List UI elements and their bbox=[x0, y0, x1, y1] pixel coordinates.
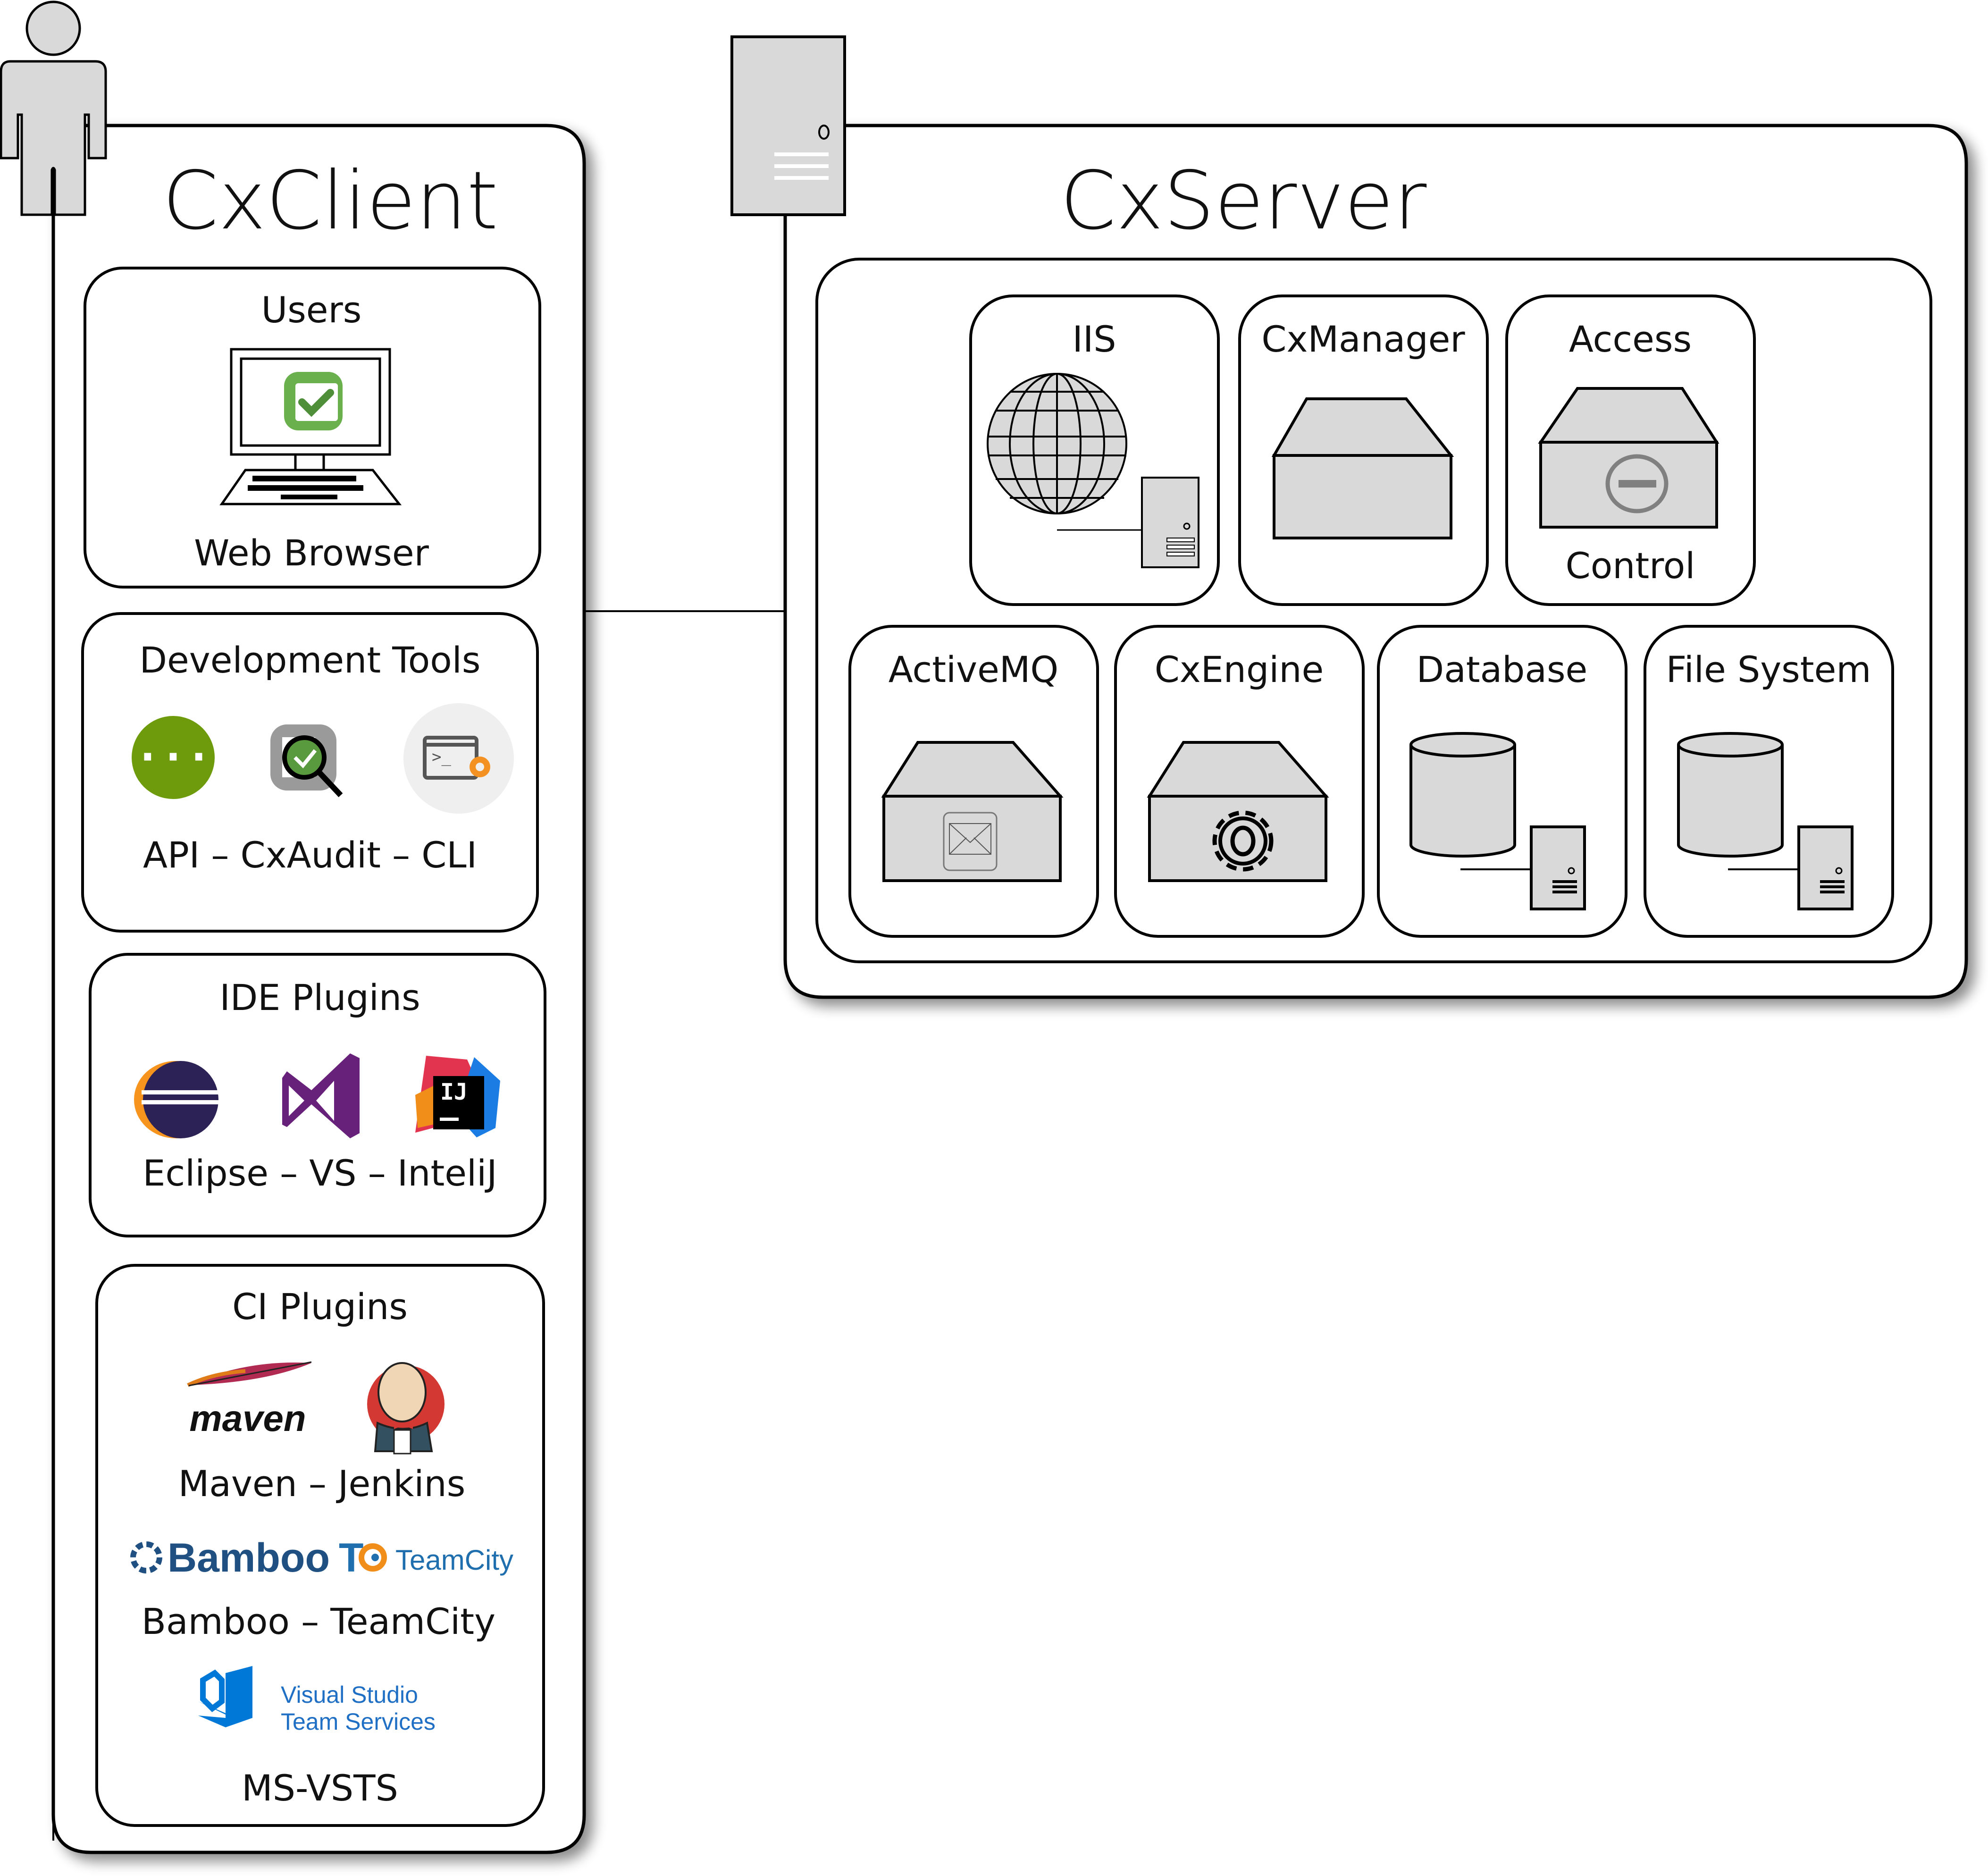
dev-tools-caption: API – CxAudit – CLI bbox=[143, 834, 477, 876]
component-cxengine: CxEngine bbox=[1114, 625, 1365, 938]
vsts-logo-line2: Team Services bbox=[281, 1708, 436, 1735]
ci-row1-caption: Maven – Jenkins bbox=[178, 1463, 466, 1505]
server-title: CxServer bbox=[1060, 154, 1427, 248]
component-activemq: ActiveMQ bbox=[848, 625, 1099, 938]
users-title: Users bbox=[261, 289, 362, 331]
component-label: Database bbox=[1417, 648, 1588, 690]
teamcity-logo-text: TeamCity bbox=[395, 1544, 513, 1576]
component-file-system: File System bbox=[1644, 625, 1894, 938]
component-label: CxEngine bbox=[1155, 648, 1324, 690]
users-caption: Web Browser bbox=[194, 532, 429, 574]
ci-row3-caption: MS-VSTS bbox=[242, 1767, 398, 1809]
component-caption: Control bbox=[1566, 545, 1695, 587]
cxaudit-magnifier-icon bbox=[270, 724, 343, 798]
svg-text:{···}: {···} bbox=[109, 732, 237, 782]
component-label: ActiveMQ bbox=[889, 648, 1058, 690]
eclipse-icon bbox=[134, 1061, 219, 1138]
maven-logo-text: maven bbox=[189, 1397, 306, 1439]
component-cxmanager: CxManager bbox=[1238, 294, 1489, 606]
component-database: Database bbox=[1377, 625, 1627, 938]
server-box-icon bbox=[1271, 397, 1454, 539]
component-label: Access bbox=[1569, 318, 1692, 360]
computer-checkmarx-icon bbox=[219, 348, 402, 505]
component-label: CxManager bbox=[1261, 318, 1465, 360]
component-access-control: Access Control bbox=[1505, 294, 1756, 606]
component-label: IIS bbox=[1072, 318, 1116, 360]
ci-plugins-section: CI Plugins maven Maven – Jenkins Bamboo … bbox=[95, 1264, 545, 1827]
terminal-gear-icon: >_ bbox=[403, 703, 514, 814]
ide-plugins-caption: Eclipse – VS – InteliJ bbox=[143, 1152, 497, 1194]
svg-text:IJ: IJ bbox=[440, 1079, 468, 1105]
ci-row2-caption: Bamboo – TeamCity bbox=[142, 1600, 495, 1642]
ide-plugins-section: IDE Plugins IJ Eclipse – VS – InteliJ bbox=[89, 953, 546, 1237]
users-section: Users Web Browser bbox=[84, 267, 541, 589]
component-iis: IIS bbox=[969, 294, 1220, 606]
ide-plugins-title: IDE Plugins bbox=[219, 976, 420, 1018]
bamboo-logo-text: Bamboo bbox=[168, 1535, 330, 1581]
dev-tools-section: Development Tools {···} >_ API – CxAudit… bbox=[81, 612, 539, 933]
server-tower-icon bbox=[730, 35, 846, 216]
dev-tools-title: Development Tools bbox=[139, 639, 480, 681]
component-label: File System bbox=[1666, 648, 1871, 690]
architecture-diagram: CxClient Users Web Browser Development T… bbox=[0, 0, 1968, 1854]
vsts-logo-line1: Visual Studio bbox=[281, 1682, 418, 1708]
access-control-box-icon bbox=[1538, 387, 1720, 529]
client-title: CxClient bbox=[162, 154, 498, 248]
ci-plugins-title: CI Plugins bbox=[232, 1286, 408, 1328]
svg-text:>_: >_ bbox=[432, 748, 451, 766]
